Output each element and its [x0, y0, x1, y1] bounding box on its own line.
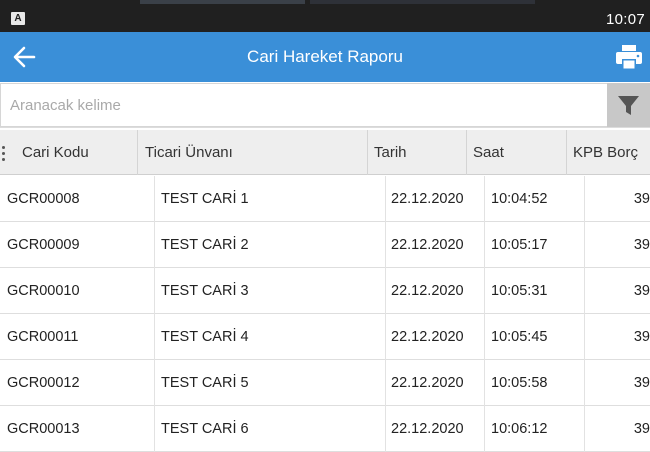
- app-notification-icon: A: [11, 12, 25, 25]
- cell-tarih: 22.12.2020: [386, 360, 485, 406]
- cell-kpb-borc: 39: [633, 421, 650, 437]
- cell-kpb-borc: 39: [633, 375, 650, 391]
- cell-cari-kodu: GCR00011: [0, 314, 155, 360]
- cell-saat: 10:06:12: [485, 406, 585, 452]
- cell-tarih: 22.12.2020: [386, 268, 485, 314]
- table-row[interactable]: GCR00012 TEST CARİ 5 22.12.2020 10:05:58…: [0, 360, 650, 406]
- cell-tarih: 22.12.2020: [386, 314, 485, 360]
- back-button[interactable]: [6, 40, 42, 74]
- table-row[interactable]: GCR00009 TEST CARİ 2 22.12.2020 10:05:17…: [0, 222, 650, 268]
- cell-tarih: 22.12.2020: [386, 176, 485, 222]
- cell-saat: 10:05:31: [485, 268, 585, 314]
- table-body: GCR00008 TEST CARİ 1 22.12.2020 10:04:52…: [0, 176, 650, 452]
- cell-ticari-unvani: TEST CARİ 1: [155, 176, 386, 222]
- cell-kpb-borc: 39: [633, 237, 650, 253]
- cell-cari-kodu: GCR00013: [0, 406, 155, 452]
- cell-cari-kodu: GCR00009: [0, 222, 155, 268]
- cell-cari-kodu: GCR00008: [0, 176, 155, 222]
- column-header-saat[interactable]: Saat: [467, 130, 567, 175]
- filter-button[interactable]: [607, 83, 650, 127]
- column-header-kpb-borc[interactable]: KPB Borç: [567, 130, 650, 175]
- status-bar: A 10:07: [0, 0, 650, 32]
- cell-saat: 10:05:45: [485, 314, 585, 360]
- drag-handle-icon[interactable]: [2, 146, 8, 162]
- column-header-ticari-unvani[interactable]: Ticari Ünvanı: [138, 130, 368, 175]
- app-bar: Cari Hareket Raporu: [0, 32, 650, 82]
- cell-saat: 10:04:52: [485, 176, 585, 222]
- page-title: Cari Hareket Raporu: [247, 47, 403, 66]
- status-strip: [310, 0, 535, 4]
- table-row[interactable]: GCR00011 TEST CARİ 4 22.12.2020 10:05:45…: [0, 314, 650, 360]
- search-bar: [0, 82, 650, 128]
- status-time: 10:07: [605, 11, 645, 28]
- cell-tarih: 22.12.2020: [386, 222, 485, 268]
- cell-kpb-borc: 39: [633, 329, 650, 345]
- cell-ticari-unvani: TEST CARİ 2: [155, 222, 386, 268]
- printer-icon: [616, 45, 642, 70]
- table-row[interactable]: GCR00013 TEST CARİ 6 22.12.2020 10:06:12…: [0, 406, 650, 452]
- table-row[interactable]: GCR00010 TEST CARİ 3 22.12.2020 10:05:31…: [0, 268, 650, 314]
- cell-kpb-borc: 39: [633, 191, 650, 207]
- table-header: Cari Kodu Ticari Ünvanı Tarih Saat KPB B…: [0, 130, 650, 175]
- cell-cari-kodu: GCR00010: [0, 268, 155, 314]
- cell-kpb-borc: 39: [633, 283, 650, 299]
- print-button[interactable]: [614, 42, 644, 72]
- status-strip: [140, 0, 305, 4]
- cell-ticari-unvani: TEST CARİ 3: [155, 268, 386, 314]
- cell-saat: 10:05:58: [485, 360, 585, 406]
- column-header-tarih[interactable]: Tarih: [368, 130, 467, 175]
- search-input[interactable]: [0, 83, 607, 127]
- cell-tarih: 22.12.2020: [386, 406, 485, 452]
- cell-ticari-unvani: TEST CARİ 5: [155, 360, 386, 406]
- cell-cari-kodu: GCR00012: [0, 360, 155, 406]
- cell-ticari-unvani: TEST CARİ 6: [155, 406, 386, 452]
- cell-saat: 10:05:17: [485, 222, 585, 268]
- column-header-cari-kodu[interactable]: Cari Kodu: [10, 130, 138, 175]
- arrow-left-icon: [13, 46, 36, 68]
- table-row[interactable]: GCR00008 TEST CARİ 1 22.12.2020 10:04:52…: [0, 176, 650, 222]
- cell-ticari-unvani: TEST CARİ 4: [155, 314, 386, 360]
- filter-funnel-icon: [618, 96, 639, 115]
